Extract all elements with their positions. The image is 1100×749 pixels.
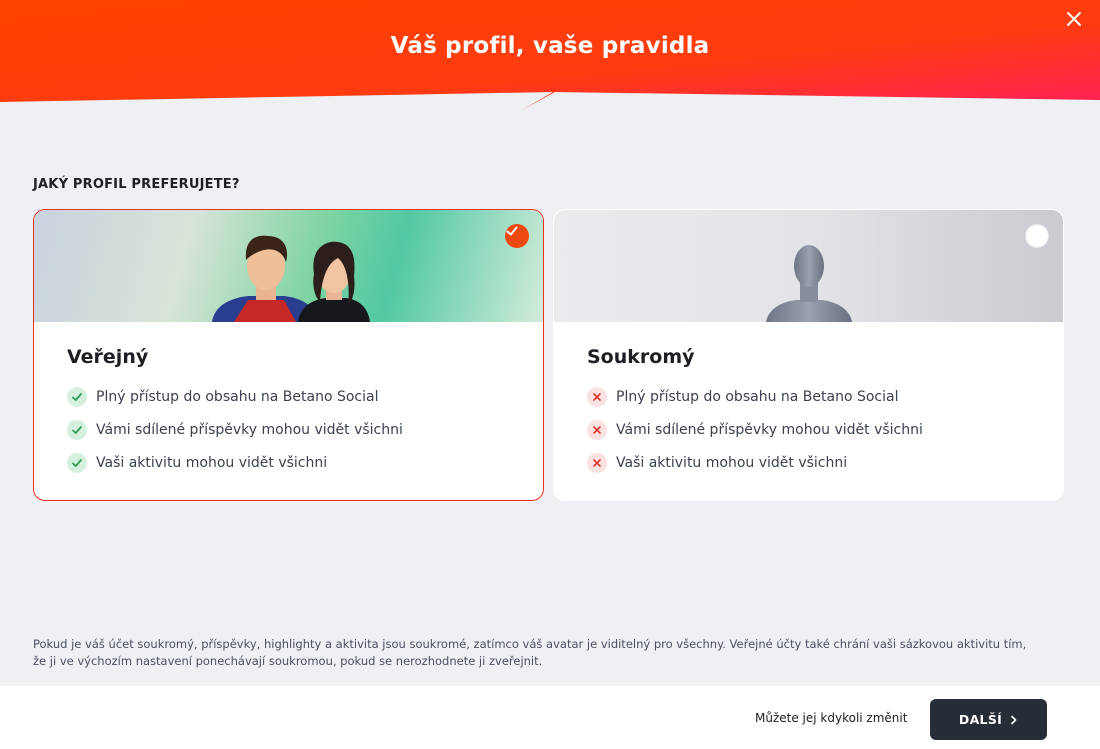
public-feature-list: Plný přístup do obsahu na Betano Social … — [67, 380, 403, 479]
cross-icon — [587, 386, 607, 407]
feature-text: Vámi sdílené příspěvky mohou vidět všich… — [616, 421, 923, 438]
heroes-illustration — [212, 235, 370, 322]
mannequin-illustration — [766, 245, 852, 322]
feature-text: Vámi sdílené příspěvky mohou vidět všich… — [96, 421, 403, 438]
selected-check-badge — [505, 224, 529, 248]
private-feature-list: Plný přístup do obsahu na Betano Social … — [587, 380, 923, 479]
bottom-action-bar: Můžete jej kdykoli změnit DALŠÍ — [0, 686, 1100, 749]
profile-option-public[interactable]: Veřejný Plný přístup do obsahu na Betano… — [33, 209, 544, 501]
cross-icon — [587, 452, 607, 473]
feature-text: Plný přístup do obsahu na Betano Social — [96, 388, 379, 405]
close-icon — [1067, 12, 1081, 26]
chevron-right-icon — [1011, 715, 1017, 724]
feature-text: Vaši aktivitu mohou vidět všichni — [96, 454, 328, 471]
unselected-radio — [1025, 224, 1049, 248]
feature-item: Plný přístup do obsahu na Betano Social — [587, 380, 923, 413]
privacy-footnote: Pokud je váš účet soukromý, příspěvky, h… — [33, 637, 1027, 668]
feature-text: Plný přístup do obsahu na Betano Social — [616, 388, 899, 405]
public-option-title: Veřejný — [67, 346, 149, 368]
close-button[interactable] — [1064, 9, 1084, 29]
check-icon — [67, 386, 87, 407]
checkmark-icon — [506, 226, 518, 236]
change-anytime-note: Můžete jej kdykoli změnit — [755, 711, 908, 725]
check-icon — [67, 419, 87, 440]
modal-title: Váš profil, vaše pravidla — [390, 33, 710, 59]
modal-header: Váš profil, vaše pravidla — [0, 0, 1100, 112]
private-banner-image — [554, 210, 1063, 322]
next-button[interactable]: DALŠÍ — [930, 699, 1047, 740]
feature-item: Vaši aktivitu mohou vidět všichni — [67, 446, 403, 479]
private-option-title: Soukromý — [587, 346, 695, 368]
feature-item: Vaši aktivitu mohou vidět všichni — [587, 446, 923, 479]
profile-option-private[interactable]: Soukromý Plný přístup do obsahu na Betan… — [553, 209, 1064, 501]
next-button-label: DALŠÍ — [958, 712, 1003, 727]
feature-item: Vámi sdílené příspěvky mohou vidět všich… — [67, 413, 403, 446]
feature-item: Vámi sdílené příspěvky mohou vidět všich… — [587, 413, 923, 446]
profile-question: JAKÝ PROFIL PREFERUJETE? — [33, 177, 240, 192]
cross-icon — [587, 419, 607, 440]
feature-item: Plný přístup do obsahu na Betano Social — [67, 380, 403, 413]
public-banner-image — [34, 210, 543, 322]
feature-text: Vaši aktivitu mohou vidět všichni — [616, 454, 848, 471]
check-icon — [67, 452, 87, 473]
